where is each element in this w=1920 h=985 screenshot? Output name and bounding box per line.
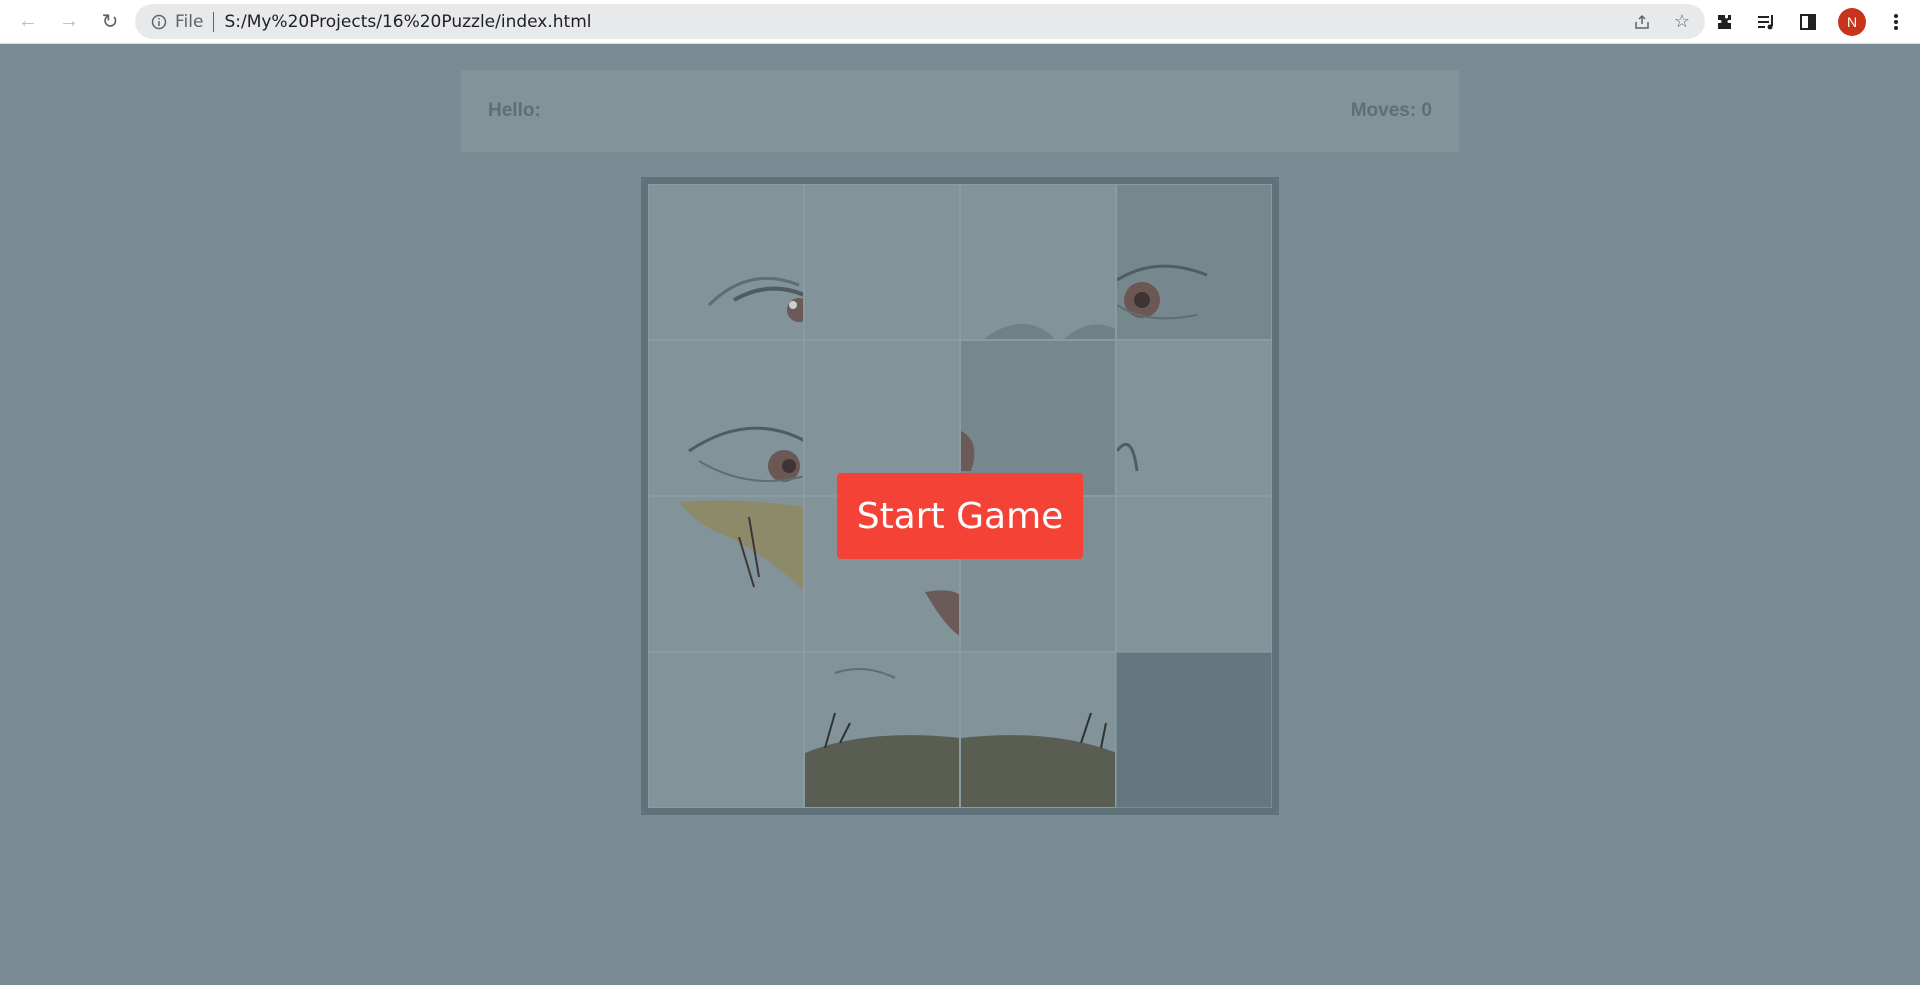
puzzle-tile[interactable] — [804, 184, 960, 340]
back-icon[interactable]: ← — [8, 2, 48, 42]
file-label: File — [175, 11, 204, 32]
browser-toolbar: ← → ↻ File S:/My%20Projects/16%20Puzzle/… — [0, 0, 1920, 44]
game-header: Hello: Moves: 0 — [461, 70, 1459, 152]
menu-icon[interactable] — [1884, 10, 1908, 34]
moves-counter: Moves: 0 — [1350, 100, 1432, 121]
forward-icon[interactable]: → — [49, 2, 89, 42]
start-game-button[interactable]: Start Game — [837, 473, 1083, 559]
media-icon[interactable] — [1754, 10, 1778, 34]
extensions-icon[interactable] — [1712, 10, 1736, 34]
puzzle-tile[interactable] — [648, 184, 804, 340]
puzzle-tile[interactable] — [1116, 340, 1272, 496]
puzzle-tile[interactable] — [648, 340, 804, 496]
puzzle-tile[interactable] — [960, 184, 1116, 340]
puzzle-tile[interactable] — [1116, 184, 1272, 340]
hello-label: Hello: — [488, 100, 541, 121]
puzzle-tile[interactable] — [1116, 496, 1272, 652]
reload-icon[interactable]: ↻ — [90, 2, 130, 42]
info-icon[interactable] — [149, 12, 169, 32]
star-icon[interactable]: ☆ — [1669, 9, 1695, 35]
profile-avatar[interactable]: N — [1838, 8, 1866, 36]
puzzle-tile[interactable] — [960, 652, 1116, 808]
puzzle-tile[interactable] — [648, 652, 804, 808]
puzzle-tile[interactable] — [648, 496, 804, 652]
empty-tile — [1116, 652, 1272, 808]
url-text[interactable]: S:/My%20Projects/16%20Puzzle/index.html — [224, 12, 591, 32]
share-icon[interactable] — [1629, 9, 1655, 35]
address-bar[interactable]: File S:/My%20Projects/16%20Puzzle/index.… — [135, 4, 1705, 39]
puzzle-tile[interactable] — [804, 652, 960, 808]
divider — [213, 11, 215, 32]
side-panel-icon[interactable] — [1796, 10, 1820, 34]
